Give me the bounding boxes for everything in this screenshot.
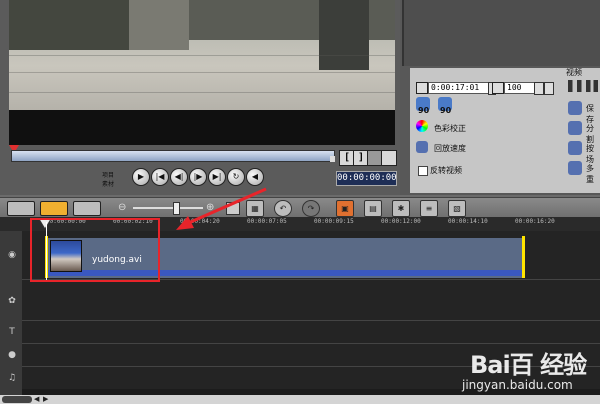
volume-field[interactable]: 100 [504,82,536,94]
ruler-corner [0,217,22,231]
clip-trim-end-handle[interactable] [522,236,525,278]
video-preview [9,0,395,145]
rotate-right-label: 90 [440,106,452,115]
video-frame-image [9,0,395,110]
reverse-video-label: 反转视频 [430,166,462,175]
zoom-to-fit-button[interactable] [2,396,32,403]
smart-proxy-icon[interactable]: ▣ [336,200,354,217]
timeline-view-button[interactable] [40,201,68,216]
home-icon[interactable]: |◀ [151,168,169,186]
scroll-left-icon[interactable]: ◀ [34,395,39,403]
title-track-icon[interactable]: T [3,327,21,337]
split-audio-icon[interactable] [568,121,582,135]
chapter-point-icon[interactable]: ✱ [392,200,410,217]
ruler-tick-label: 00:00:12:00 [381,218,421,225]
repeat-icon[interactable]: ↻ [227,168,245,186]
audio-view-button[interactable] [73,201,101,216]
clip-duration-field[interactable]: 0:00:17:01 [428,82,490,94]
speaker-icon [492,82,504,94]
scroll-right-icon[interactable]: ▶ [43,395,48,403]
mix-panel-icon[interactable]: ≡ [420,200,438,217]
scene-escalator [319,0,369,70]
save-frame-icon[interactable] [568,101,582,115]
save-frame-button[interactable]: 保存 [586,103,600,125]
color-correction-button[interactable]: 色彩校正 [434,123,466,134]
project-mode-label[interactable]: 项目 [102,170,114,179]
baidu-jingyan-logo: Bai百 经验 [470,351,587,379]
multi-trim-icon[interactable] [568,161,582,175]
auto-music-icon[interactable]: ▧ [448,200,466,217]
reverse-video-checkbox[interactable] [418,166,428,176]
scene-pillar [129,0,189,50]
color-wheel-icon[interactable] [416,120,428,132]
playback-speed-button[interactable]: 回放速度 [434,143,466,154]
music-track-icon[interactable]: ♫ [3,373,21,383]
next-frame-icon[interactable]: |▶ [189,168,207,186]
title-track[interactable] [22,321,600,344]
timecode-display[interactable]: 00:00:00:00 [336,171,397,186]
options-panel-header [402,0,600,66]
redo-icon[interactable]: ↷ [302,200,320,217]
voice-track-icon[interactable]: ● [3,350,21,360]
status-bar [0,395,600,404]
ruler-tick-label: 00:00:14:10 [448,218,488,225]
volume-dropdown[interactable] [544,82,554,95]
annotation-arrow-icon [176,187,267,230]
rotate-left-label: 90 [418,106,430,115]
undo-icon[interactable]: ↶ [274,200,292,217]
video-track-icon[interactable]: ◉ [3,250,21,260]
play-icon[interactable]: ▶ [132,168,150,186]
audio-fade-icons[interactable] [568,80,598,92]
volume-spinner[interactable] [534,82,544,95]
end-icon[interactable]: ▶| [208,168,226,186]
track-manager-icon[interactable]: ▤ [364,200,382,217]
annotation-highlight-box [30,218,160,282]
enlarge-preview-button[interactable] [381,150,397,166]
scrub-bar[interactable] [11,150,335,162]
zoom-out-icon[interactable]: ⊖ [118,202,126,213]
previous-frame-icon[interactable]: ◀| [170,168,188,186]
storyboard-view-button[interactable] [7,201,35,216]
multi-trim-button[interactable]: 多重 [586,163,600,185]
playback-speed-icon[interactable] [416,141,428,153]
overlay-track[interactable] [22,280,600,321]
overlay-track-icon[interactable]: ✿ [3,296,21,306]
video-tab[interactable]: 视频 [566,67,582,78]
scene-split-button[interactable]: 按场 [586,143,600,165]
ruler-tick-label: 00:00:09:15 [314,218,354,225]
volume-icon[interactable]: ◀ [246,168,264,186]
scene-wall [9,0,129,50]
ruler-tick-label: 00:00:16:20 [515,218,555,225]
clip-mode-label[interactable]: 素材 [102,179,114,188]
split-audio-button[interactable]: 分割 [586,123,600,145]
scene-split-icon[interactable] [568,141,582,155]
clock-icon [416,82,428,94]
scrub-end-marker [330,156,335,162]
watermark-url: jingyan.baidu.com [462,378,573,392]
